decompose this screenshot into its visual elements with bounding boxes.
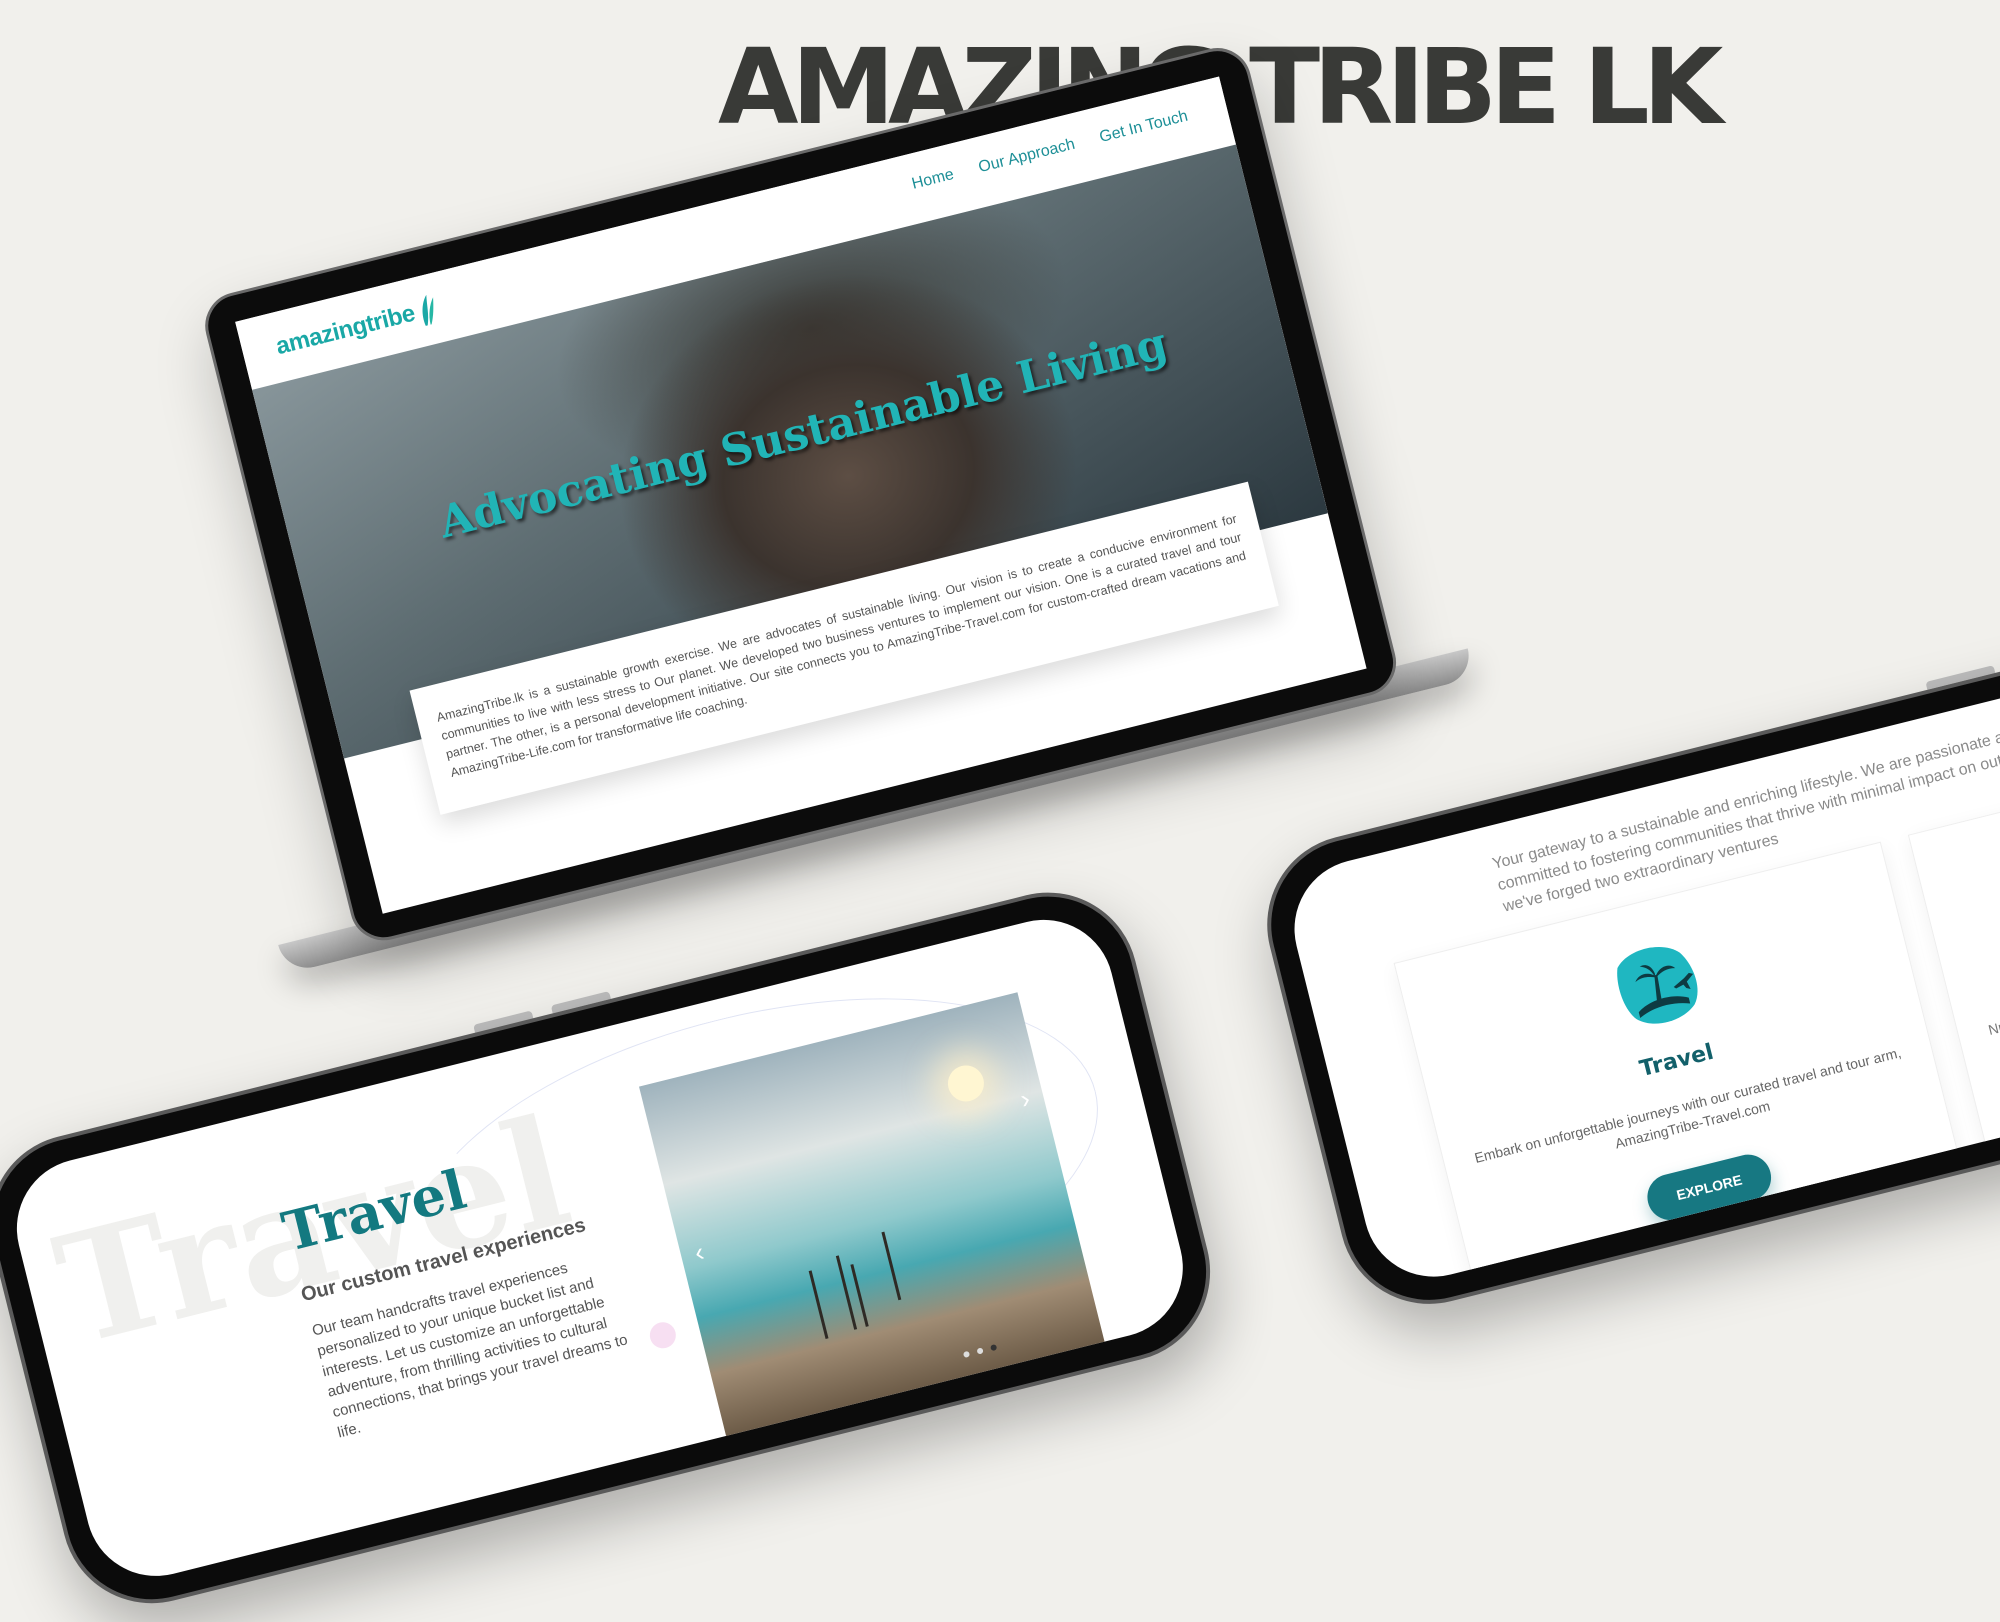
laptop-lid: amazingtribe Home Our Approach Get In To… <box>198 40 1404 948</box>
stilt-image-detail <box>881 1231 902 1301</box>
slider-next-arrow[interactable]: › <box>1017 1083 1033 1115</box>
island-plane-icon <box>1617 946 1698 1024</box>
laptop-screen: amazingtribe Home Our Approach Get In To… <box>235 76 1367 914</box>
life-card-text: Nurture you <box>1986 1005 2000 1038</box>
nav-contact-link[interactable]: Get In Touch <box>1098 108 1190 147</box>
phone-travel-mockup: Travel Travel Our custom travel experien… <box>0 873 1230 1622</box>
phone-frame: Your gateway to a sustainable and enrich… <box>1248 612 2000 1323</box>
stilt-image-detail <box>808 1270 829 1340</box>
leaf-icon <box>422 294 434 326</box>
slider-dots <box>962 1343 998 1359</box>
slider-dot[interactable] <box>976 1347 984 1355</box>
slider-dot[interactable] <box>962 1350 971 1359</box>
nav-home-link[interactable]: Home <box>910 166 956 194</box>
nav-approach-link[interactable]: Our Approach <box>977 136 1077 177</box>
explore-button[interactable]: EXPLORE <box>1642 1149 1776 1225</box>
travel-card: Travel Embark on unforgettable journeys … <box>1393 841 1971 1292</box>
slider-prev-arrow[interactable]: ‹ <box>691 1236 707 1268</box>
phone-ventures-mockup: Your gateway to a sustainable and enrich… <box>1248 612 2000 1323</box>
laptop-mockup: amazingtribe Home Our Approach Get In To… <box>198 40 1476 975</box>
slider-dot-active[interactable] <box>990 1343 998 1352</box>
sun-image-detail <box>944 1061 988 1106</box>
phone-frame: Travel Travel Our custom travel experien… <box>0 873 1230 1622</box>
hero-title: Advocating Sustainable Living <box>433 318 1173 549</box>
phone-screen: Travel Travel Our custom travel experien… <box>2 905 1198 1591</box>
logo-text: amazingtribe <box>273 299 418 361</box>
phone-screen: Your gateway to a sustainable and enrich… <box>1279 644 2000 1292</box>
